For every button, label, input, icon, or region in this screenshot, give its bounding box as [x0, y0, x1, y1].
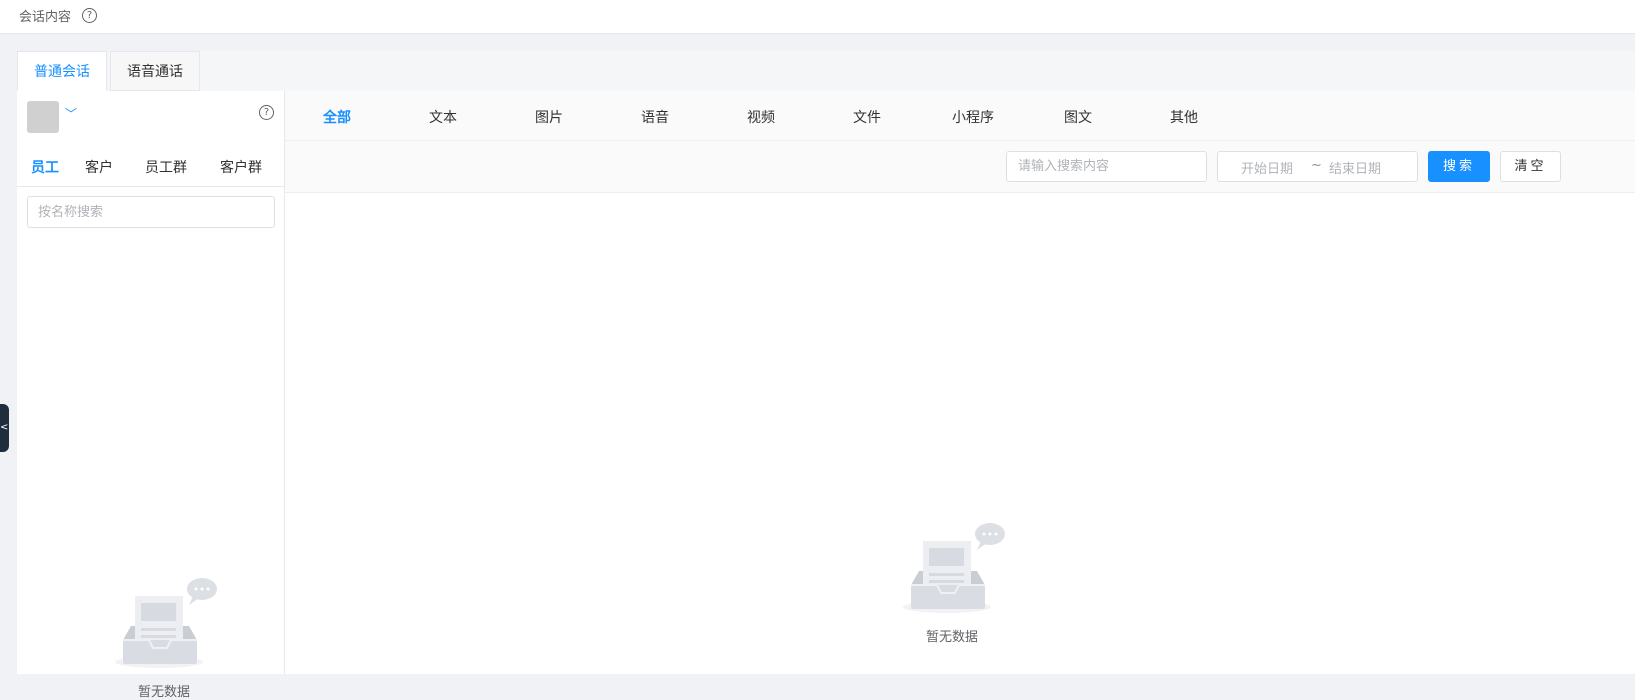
empty-text: 暂无数据 [137, 685, 190, 700]
date-start: 开始日期 [1241, 162, 1294, 177]
tab-image[interactable]: 图片 [535, 107, 563, 127]
tab-voice[interactable]: 语音 [641, 107, 669, 127]
question-circle-icon[interactable]: ? [82, 8, 97, 23]
empty-inbox-icon [115, 578, 217, 668]
message-type-tabs: 全部 文本 图片 语音 视频 文件 小程序 图文 其他 [285, 91, 1635, 141]
tab-staff-group[interactable]: 员工群 [145, 157, 187, 177]
member-type-tabs: 员工 客户 员工群 客户群 [17, 153, 284, 187]
clear-button[interactable]: 清空 [1500, 151, 1561, 182]
name-search-input[interactable] [27, 196, 275, 228]
tab-staff[interactable]: 员工 [31, 157, 59, 177]
date-end: 结束日期 [1329, 162, 1382, 177]
member-panel: ﹀ ? 员工 客户 员工群 客户群 暂无数据 [17, 91, 285, 700]
session-card: 普通会话 语音通话 ﹀ ? 员工 客户 员工群 客户群 按名称搜索 暂无数据 全… [17, 51, 1635, 700]
tab-article[interactable]: 图文 [1064, 107, 1092, 127]
tab-mini-program[interactable]: 小程序 [952, 107, 994, 127]
tab-video[interactable]: 视频 [747, 107, 775, 127]
page-title: 会话内容 [19, 10, 72, 25]
question-circle-icon[interactable]: ? [259, 105, 274, 120]
avatar[interactable] [27, 101, 59, 133]
content-search-input[interactable] [1006, 151, 1207, 182]
chevron-down-icon[interactable]: ﹀ [65, 105, 77, 122]
empty-inbox-icon [903, 523, 1005, 613]
date-range-picker[interactable]: 开始日期 ~ 结束日期 [1217, 151, 1418, 182]
chevron-left-icon: < [0, 422, 9, 433]
date-separator: ~ [1311, 158, 1322, 173]
empty-text: 暂无数据 [925, 630, 978, 645]
tab-text[interactable]: 文本 [429, 107, 457, 127]
tab-voice-call[interactable]: 语音通话 [110, 51, 200, 91]
left-empty-state: 暂无数据 [109, 576, 219, 700]
search-toolbar: 开始日期 ~ 结束日期 搜索 清空 [285, 141, 1635, 193]
main-empty-state: 暂无数据 [897, 521, 1007, 645]
tab-customer-group[interactable]: 客户群 [220, 157, 262, 177]
tab-all[interactable]: 全部 [323, 107, 351, 127]
tab-normal-session[interactable]: 普通会话 [17, 51, 107, 91]
tab-other[interactable]: 其他 [1170, 107, 1198, 127]
tab-customer[interactable]: 客户 [85, 157, 113, 177]
search-button[interactable]: 搜索 [1428, 151, 1490, 182]
sidebar-collapse-handle[interactable]: < [0, 404, 9, 452]
page-header: 会话内容 ? [0, 0, 1635, 34]
tab-file[interactable]: 文件 [853, 107, 881, 127]
